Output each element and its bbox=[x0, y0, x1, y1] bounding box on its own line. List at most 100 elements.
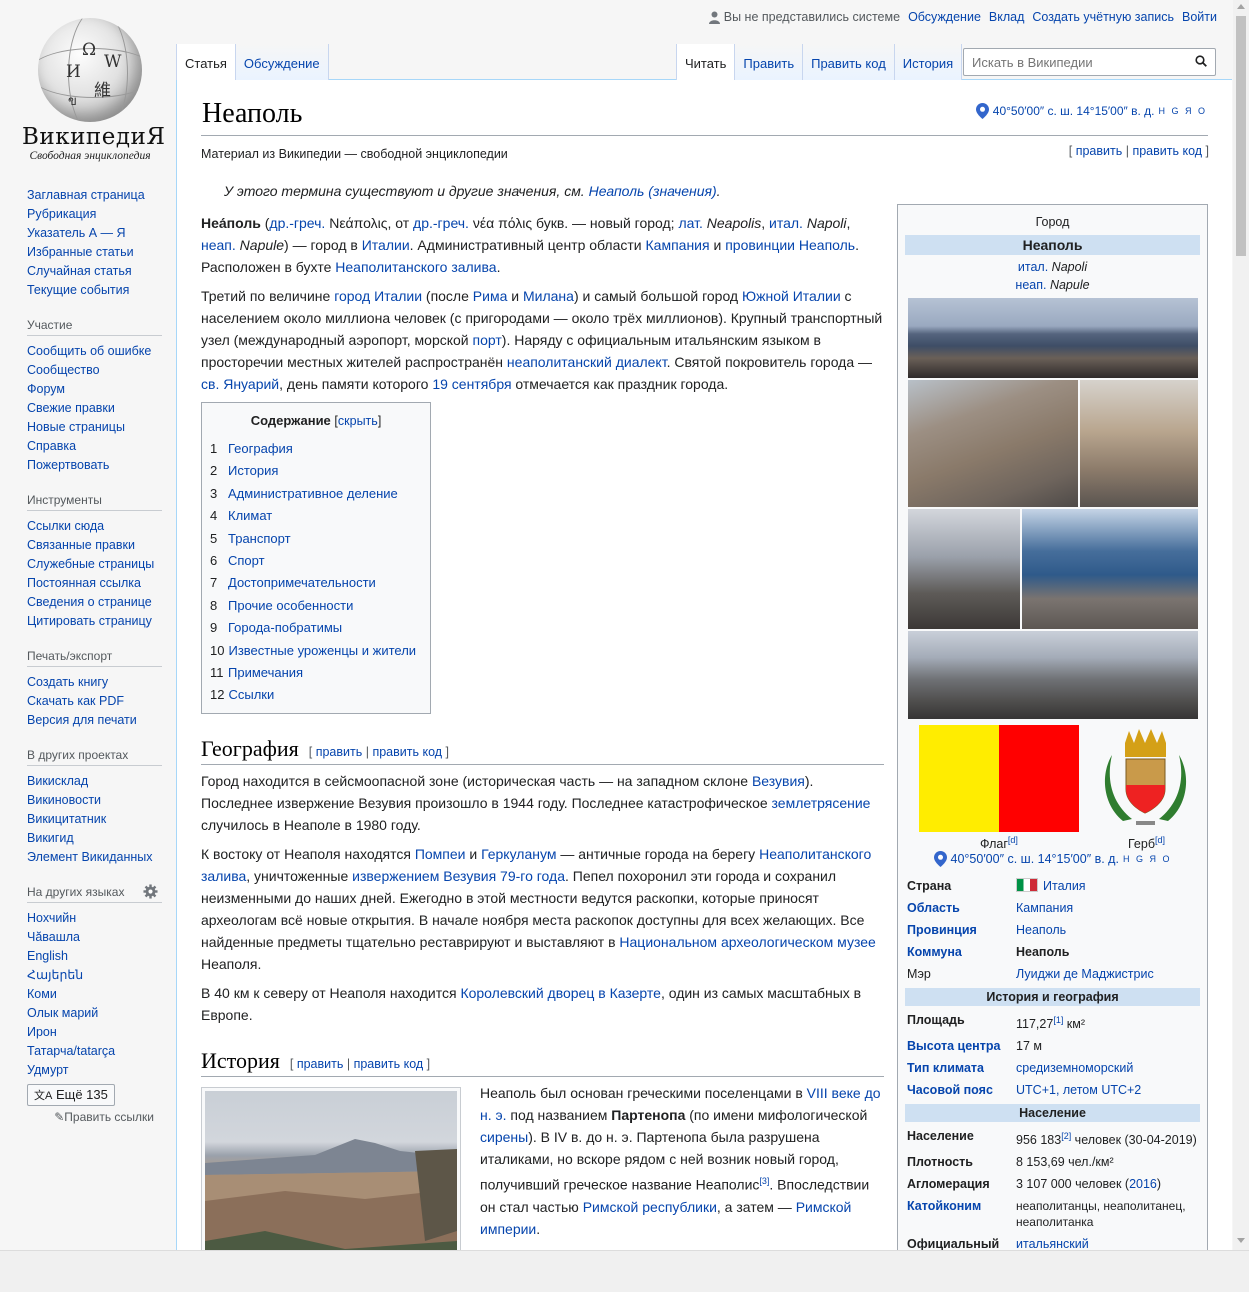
link[interactable]: лат. bbox=[678, 215, 702, 231]
toc-entry[interactable]: 4 Климат bbox=[210, 505, 422, 527]
link[interactable]: др.-греч. bbox=[413, 215, 469, 231]
infobox-value-text[interactable]: средиземноморский bbox=[1016, 1061, 1133, 1075]
link[interactable]: др.-греч. bbox=[269, 215, 325, 231]
link[interactable]: Южной Италии bbox=[742, 288, 841, 304]
sidebar-item-report-error[interactable]: Сообщить об ошибке bbox=[27, 342, 162, 361]
coordinates-top[interactable]: 40°50′00″ с. ш. 14°15′00″ в. д. H G Я O bbox=[975, 103, 1207, 119]
create-account-link[interactable]: Создать учётную запись bbox=[1032, 10, 1174, 24]
lang-link-nap[interactable]: неап. bbox=[1015, 278, 1046, 292]
toc-entry[interactable]: 9 Города-побратимы bbox=[210, 617, 422, 639]
link[interactable]: Помпеи bbox=[415, 846, 466, 862]
sidebar-item-featured[interactable]: Избранные статьи bbox=[27, 243, 162, 262]
coordinates-link[interactable]: 40°50′00″ с. ш. 14°15′00″ в. д. bbox=[993, 104, 1155, 118]
link[interactable]: Римской республики bbox=[583, 1199, 717, 1215]
toc-link[interactable]: Города-побратимы bbox=[228, 620, 342, 635]
toc-entry[interactable]: 2 История bbox=[210, 460, 422, 482]
toc-link[interactable]: География bbox=[228, 441, 293, 456]
sidebar-item-wikivoyage[interactable]: Викигид bbox=[27, 829, 162, 848]
sidebar-item-forum[interactable]: Форум bbox=[27, 380, 162, 399]
contributions-link[interactable]: Вклад bbox=[989, 10, 1025, 24]
geo-edit-link[interactable]: править bbox=[316, 745, 363, 759]
flag-image[interactable] bbox=[919, 725, 1079, 832]
toc-link[interactable]: Административное деление bbox=[228, 486, 398, 501]
sidebar-item-what-links-here[interactable]: Ссылки сюда bbox=[27, 517, 162, 536]
infobox-value-text[interactable]: Кампания bbox=[1016, 901, 1073, 915]
login-link[interactable]: Войти bbox=[1182, 10, 1217, 24]
scroll-up-arrow-icon[interactable] bbox=[1237, 4, 1245, 9]
sidebar-item-random[interactable]: Случайная статья bbox=[27, 262, 162, 281]
sidebar-item-wikinews[interactable]: Викиновости bbox=[27, 791, 162, 810]
link[interactable]: извержением Везувия 79-го года bbox=[352, 868, 565, 884]
scrollbar-thumb[interactable] bbox=[1236, 16, 1246, 256]
sidebar-item-help[interactable]: Справка bbox=[27, 437, 162, 456]
infobox-label-text[interactable]: Высота центра bbox=[907, 1039, 1000, 1053]
lang-item-os[interactable]: Ирон bbox=[27, 1023, 162, 1042]
toc-entry[interactable]: 5 Транспорт bbox=[210, 528, 422, 550]
sidebar-item-community[interactable]: Сообщество bbox=[27, 361, 162, 380]
lang-item-udm[interactable]: Удмурт bbox=[27, 1061, 162, 1080]
talk-link[interactable]: Обсуждение bbox=[908, 10, 981, 24]
link[interactable]: провинции Неаполь bbox=[725, 237, 855, 253]
sidebar-item-wikiquote[interactable]: Викицитатник bbox=[27, 810, 162, 829]
toc-entry[interactable]: 11 Примечания bbox=[210, 662, 422, 684]
toc-link[interactable]: История bbox=[228, 463, 278, 478]
footnote-ref[interactable]: [1] bbox=[1053, 1015, 1063, 1025]
coat-of-arms-image[interactable] bbox=[1098, 725, 1193, 832]
search-icon[interactable] bbox=[1195, 55, 1207, 67]
toc-entry[interactable]: 7 Достопримечательности bbox=[210, 572, 422, 594]
toc-link[interactable]: Прочие особенности bbox=[228, 598, 353, 613]
toc-entry[interactable]: 8 Прочие особенности bbox=[210, 595, 422, 617]
link[interactable]: Королевский дворец в Казерте bbox=[460, 985, 661, 1001]
sidebar-item-page-info[interactable]: Сведения о странице bbox=[27, 593, 162, 612]
infobox-label-text[interactable]: Провинция bbox=[907, 923, 977, 937]
edit-interlanguage-links[interactable]: ✎Править ссылки bbox=[27, 1110, 162, 1124]
lang-item-mhr[interactable]: Олык марий bbox=[27, 1004, 162, 1023]
link[interactable]: Милана bbox=[523, 288, 574, 304]
link[interactable]: Везувия bbox=[752, 773, 805, 789]
toc-entry[interactable]: 3 Административное деление bbox=[210, 483, 422, 505]
sidebar-item-printable[interactable]: Версия для печати bbox=[27, 711, 162, 730]
link[interactable]: Кампания bbox=[646, 237, 710, 253]
edit-source-link[interactable]: править код bbox=[1132, 144, 1202, 158]
sidebar-item-donate[interactable]: Пожертвовать bbox=[27, 456, 162, 475]
tab-edit-source[interactable]: Править код bbox=[803, 44, 895, 80]
lang-item-en[interactable]: English bbox=[27, 947, 162, 966]
link[interactable]: город Италии bbox=[334, 288, 422, 304]
more-languages-button[interactable]: 文A Ещё 135 bbox=[27, 1084, 115, 1106]
sidebar-item-cite[interactable]: Цитировать страницу bbox=[27, 612, 162, 631]
history-edit-link[interactable]: править bbox=[297, 1057, 344, 1071]
infobox-map-services[interactable]: H G Я O bbox=[1123, 854, 1172, 864]
footnote-ref[interactable]: [2] bbox=[1061, 1131, 1071, 1141]
sidebar-item-main-page[interactable]: Заглавная страница bbox=[27, 186, 162, 205]
sidebar-item-related-changes[interactable]: Связанные правки bbox=[27, 536, 162, 555]
infobox-value-text[interactable]: Луиджи де Маджистрис bbox=[1016, 967, 1154, 981]
link[interactable]: сирены bbox=[480, 1129, 528, 1145]
link[interactable]: неаполитанский диалект bbox=[507, 354, 667, 370]
toc-hide-toggle[interactable]: скрыть bbox=[338, 414, 378, 428]
flag-wikidata-link[interactable]: [d] bbox=[1008, 835, 1018, 845]
lang-item-kv[interactable]: Коми bbox=[27, 985, 162, 1004]
toc-entry[interactable]: 1 География bbox=[210, 438, 422, 460]
link[interactable]: неап. bbox=[201, 237, 236, 253]
lang-item-ce[interactable]: Нохчийн bbox=[27, 909, 162, 928]
map-services-links[interactable]: H G Я O bbox=[1158, 106, 1207, 116]
lang-item-cv[interactable]: Чăвашла bbox=[27, 928, 162, 947]
tab-read[interactable]: Читать bbox=[676, 44, 736, 80]
sidebar-item-create-book[interactable]: Создать книгу bbox=[27, 673, 162, 692]
link[interactable]: 19 сентября bbox=[432, 376, 511, 392]
sidebar-item-current-events[interactable]: Текущие события bbox=[27, 281, 162, 300]
tab-article[interactable]: Статья bbox=[176, 44, 236, 80]
infobox-label-text[interactable]: Тип климата bbox=[907, 1061, 984, 1075]
edit-link[interactable]: править bbox=[1076, 144, 1123, 158]
search-input[interactable] bbox=[970, 49, 1190, 75]
photo-collage[interactable] bbox=[908, 298, 1198, 721]
toc-link[interactable]: Транспорт bbox=[228, 531, 291, 546]
link[interactable]: итал. bbox=[769, 215, 803, 231]
lang-item-tt[interactable]: Татарча/tatarça bbox=[27, 1042, 162, 1061]
link[interactable]: Рима bbox=[473, 288, 508, 304]
footnote-ref[interactable]: [3] bbox=[759, 1176, 769, 1186]
tab-edit[interactable]: Править bbox=[735, 44, 804, 80]
sidebar-item-download-pdf[interactable]: Скачать как PDF bbox=[27, 692, 162, 711]
vertical-scrollbar[interactable] bbox=[1233, 0, 1249, 1250]
disambiguation-link[interactable]: Неаполь (значения) bbox=[589, 183, 717, 199]
